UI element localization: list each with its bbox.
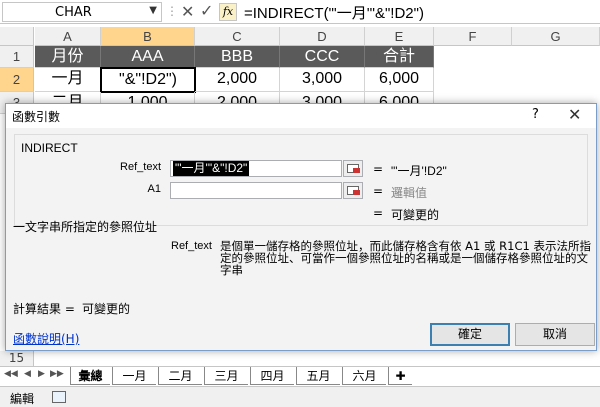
help-icon[interactable]: ? <box>532 107 539 122</box>
column-header-g[interactable]: G <box>512 27 600 46</box>
cell-d2[interactable]: 3,000 <box>280 68 365 92</box>
cell-a1[interactable]: 月份 <box>35 46 101 68</box>
dialog-title: 函數引數 <box>12 110 61 124</box>
column-header-b[interactable]: B <box>101 27 195 46</box>
prev-sheet-icon[interactable]: ◀ <box>24 369 31 379</box>
column-header-d[interactable]: D <box>280 27 365 46</box>
column-header-f[interactable]: F <box>434 27 512 46</box>
grip-icon: ⋮ <box>166 4 178 18</box>
row-header-15[interactable]: 15 <box>0 351 34 366</box>
excel-window: CHAR ▼ ⋮ ✕ ✓ fx =INDIRECT("'一月'"&"!D2") … <box>0 0 600 407</box>
equals-sign: = <box>373 162 384 176</box>
cell-d1[interactable]: CCC <box>280 46 365 68</box>
sheet-tab-jan[interactable]: 一月 <box>112 367 156 385</box>
insert-sheet-icon[interactable]: ✚ <box>388 367 412 385</box>
macro-record-icon[interactable] <box>52 391 66 403</box>
formula-bar: CHAR ▼ ⋮ ✕ ✓ fx =INDIRECT("'一月'"&"!D2") <box>0 0 600 24</box>
next-sheet-icon[interactable]: ▶ <box>38 369 45 379</box>
sheet-tab-jun[interactable]: 六月 <box>342 367 386 385</box>
column-header-a[interactable]: A <box>35 27 101 46</box>
column-header-e[interactable]: E <box>365 27 434 46</box>
a1-input[interactable] <box>170 182 342 199</box>
result-label: 計算結果 = <box>13 302 75 316</box>
select-all-corner[interactable] <box>0 27 34 46</box>
cell-e2[interactable]: 6,000 <box>365 68 434 92</box>
chevron-down-icon[interactable]: ▼ <box>149 5 157 16</box>
insert-function-button[interactable]: fx <box>219 3 237 21</box>
sheet-tab-apr[interactable]: 四月 <box>250 367 294 385</box>
cell-c2[interactable]: 2,000 <box>195 68 280 92</box>
equals-sign: = <box>373 206 384 220</box>
sheet-tab-summary[interactable]: 彙總 <box>70 367 110 385</box>
cell-a2[interactable]: 一月 <box>35 68 101 92</box>
function-group: INDIRECT Ref_text "'一月'"&"!D2" = "'一月'!D… <box>14 134 588 226</box>
ref-text-value: "'一月'"&"!D2" <box>173 161 250 176</box>
close-icon[interactable]: ✕ <box>568 105 581 124</box>
collapse-dialog-icon[interactable] <box>343 182 363 199</box>
ref-text-result: "'一月'!D2" <box>391 164 447 178</box>
arg-description-name: Ref_text <box>171 240 212 252</box>
collapse-dialog-icon[interactable] <box>343 160 363 177</box>
function-name: INDIRECT <box>21 141 78 155</box>
cell-b1[interactable]: AAA <box>101 46 195 68</box>
result-value: 可變更的 <box>82 302 131 316</box>
name-box[interactable]: CHAR ▼ <box>2 2 162 22</box>
dialog-titlebar[interactable]: 函數引數 ? ✕ <box>6 104 596 128</box>
row-header-2[interactable]: 2 <box>0 68 34 92</box>
a1-result: 邏輯值 <box>391 186 428 200</box>
arg-label-a1: A1 <box>147 183 161 195</box>
name-box-value: CHAR <box>55 5 92 20</box>
cell-b2-active[interactable]: "&"!D2") <box>100 67 196 93</box>
ok-button[interactable]: 確定 <box>430 323 510 346</box>
equals-sign: = <box>373 184 384 198</box>
function-description: 一文字串所指定的參照位址 <box>13 220 158 234</box>
sheet-tab-feb[interactable]: 二月 <box>158 367 202 385</box>
cell-c1[interactable]: BBB <box>195 46 280 68</box>
sheet-tab-may[interactable]: 五月 <box>296 367 340 385</box>
formula-input[interactable]: =INDIRECT("'一月'"&"!D2") <box>244 2 424 23</box>
cancel-icon[interactable]: ✕ <box>181 2 194 21</box>
last-sheet-icon[interactable]: ▶▶ <box>50 369 64 379</box>
cell-e1[interactable]: 合計 <box>365 46 434 68</box>
status-mode: 編輯 <box>10 392 35 406</box>
status-bar: 編輯 <box>0 386 600 407</box>
function-help-link[interactable]: 函數說明(H) <box>13 330 79 347</box>
check-icon[interactable]: ✓ <box>200 1 213 20</box>
arg-description-text: 是個單一儲存格的參照位址，而此儲存格含有依 A1 或 R1C1 表示法所指定的參… <box>220 239 591 277</box>
sheet-tab-bar: ◀◀ ◀ ▶ ▶▶ 彙總 一月 二月 三月 四月 五月 六月 ✚ <box>0 366 600 386</box>
arg-label-ref-text: Ref_text <box>120 161 161 173</box>
function-arguments-dialog: 函數引數 ? ✕ INDIRECT Ref_text "'一月'"&"!D2" … <box>5 103 597 351</box>
dialog-body: INDIRECT Ref_text "'一月'"&"!D2" = "'一月'!D… <box>6 128 596 350</box>
row-header-1[interactable]: 1 <box>0 46 34 68</box>
cancel-button[interactable]: 取消 <box>515 323 595 346</box>
sheet-tab-mar[interactable]: 三月 <box>204 367 248 385</box>
ref-text-input[interactable]: "'一月'"&"!D2" <box>170 160 342 177</box>
function-result-preview: 可變更的 <box>391 208 440 222</box>
first-sheet-icon[interactable]: ◀◀ <box>4 369 18 379</box>
column-header-c[interactable]: C <box>195 27 280 46</box>
